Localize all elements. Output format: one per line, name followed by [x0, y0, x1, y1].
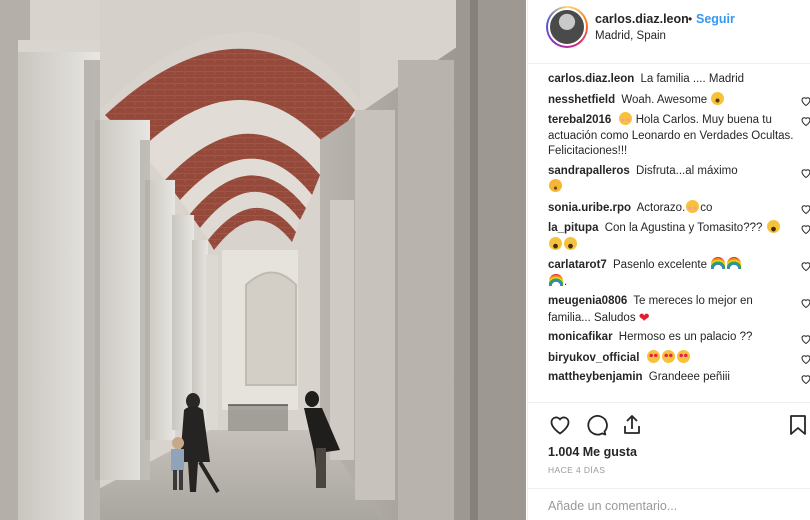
comment-username[interactable]: terebal2016	[548, 114, 611, 126]
comment-username[interactable]: nesshetfield	[548, 94, 615, 106]
avatar-story-ring[interactable]	[546, 6, 588, 48]
post-side-panel: carlos.diaz.leon • Seguir Madrid, Spain …	[527, 0, 810, 520]
laughing-emoji-icon	[564, 236, 577, 250]
red-heart-emoji-icon: ❤	[638, 309, 650, 325]
header-separator: •	[688, 12, 693, 26]
post-photo[interactable]	[0, 0, 526, 520]
smiling-emoji-icon	[549, 179, 562, 192]
astonished-emoji-icon	[711, 91, 725, 105]
post-timestamp[interactable]: HACE 4 DÍAS	[548, 465, 605, 475]
comment-text: Con la Agustina y Tomasito???	[604, 222, 763, 234]
comment: terebal2016 Hola Carlos. Muy buena tu ac…	[548, 112, 810, 160]
post-actions: 1.004 Me gusta HACE 4 DÍAS	[528, 402, 810, 488]
like-comment-heart-icon[interactable]	[800, 203, 810, 215]
avatar[interactable]	[548, 8, 586, 46]
like-comment-heart-icon[interactable]	[800, 297, 810, 309]
comment-text: Woah. Awesome	[621, 93, 708, 106]
like-comment-heart-icon[interactable]	[800, 167, 810, 179]
like-comment-heart-icon[interactable]	[800, 373, 810, 385]
comment-text: Grandeee peñiii	[648, 371, 730, 383]
rainbow-emoji-icon	[711, 257, 726, 269]
comment-username[interactable]: mattheybenjamin	[548, 371, 643, 383]
author-username[interactable]: carlos.diaz.leon	[595, 12, 689, 26]
comment-username[interactable]: sandrapalleros	[548, 165, 630, 177]
add-comment-input[interactable]	[548, 497, 788, 515]
like-comment-heart-icon[interactable]	[800, 260, 810, 272]
post-location[interactable]: Madrid, Spain	[595, 30, 666, 42]
comment: biryukov_official	[548, 349, 810, 367]
follow-button[interactable]: Seguir	[696, 12, 735, 26]
comment-username[interactable]: carlatarot7	[548, 259, 607, 271]
comment-text: Disfruta...al máximo	[636, 164, 738, 177]
comment-username[interactable]: carlos.diaz.leon	[548, 73, 634, 85]
comment-text: La familia .... Madrid	[640, 73, 745, 85]
post-header: carlos.diaz.leon • Seguir Madrid, Spain	[528, 0, 810, 64]
heart-eyes-emoji-icon	[676, 349, 690, 363]
comment-caption: carlos.diaz.leon La familia .... Madrid	[548, 72, 794, 88]
like-comment-heart-icon[interactable]	[800, 115, 810, 127]
bookmark-icon[interactable]	[786, 413, 810, 437]
comment-username[interactable]: meugenia0806	[548, 295, 627, 307]
comments-list[interactable]: carlos.diaz.leon La familia .... Madrid …	[528, 64, 810, 402]
like-comment-heart-icon[interactable]	[800, 223, 810, 235]
add-comment-bar	[528, 488, 810, 520]
blushing-emoji-icon	[686, 199, 700, 213]
arcade-photo-illustration	[0, 0, 526, 520]
heart-eyes-emoji-icon	[646, 349, 660, 363]
comment-username[interactable]: la_pitupa	[548, 222, 598, 234]
comment-username[interactable]: biryukov_official	[548, 352, 639, 364]
comment-text: Pasenlo excelente	[613, 259, 707, 271]
comment-text: Actorazo.	[636, 201, 686, 214]
comment: mattheybenjamin Grandeee peñiii	[548, 370, 810, 386]
comment: sonia.uribe.rpo Actorazo. co	[548, 199, 810, 217]
comment: la_pitupa Con la Agustina y Tomasito???	[548, 220, 810, 253]
comment: monicafikar Hermoso es un palacio ??	[548, 330, 810, 346]
blushing-emoji-icon	[618, 112, 632, 125]
like-comment-heart-icon[interactable]	[800, 353, 810, 365]
comment-tail: .	[564, 275, 568, 288]
heart-eyes-emoji-icon	[661, 349, 675, 363]
comment-username[interactable]: sonia.uribe.rpo	[548, 202, 631, 214]
comment: meugenia0806 Te mereces lo mejor en fami…	[548, 294, 810, 326]
share-upload-icon[interactable]	[620, 413, 644, 437]
comment: sandrapalleros Disfruta...al máximo	[548, 164, 810, 196]
like-comment-heart-icon[interactable]	[800, 95, 810, 107]
laughing-emoji-icon	[549, 236, 562, 250]
like-comment-heart-icon[interactable]	[800, 333, 810, 345]
comment: nesshetfield Woah. Awesome	[548, 91, 810, 109]
rainbow-emoji-icon	[727, 257, 742, 269]
rainbow-emoji-icon	[549, 273, 563, 286]
comment: carlatarot7 Pasenlo excelente .	[548, 257, 810, 290]
comment-username[interactable]: monicafikar	[548, 331, 613, 343]
likes-count[interactable]: 1.004 Me gusta	[548, 445, 637, 459]
comment-text: Hermoso es un palacio ??	[618, 331, 753, 343]
comment-bubble-icon[interactable]	[584, 413, 608, 437]
heart-outline-icon[interactable]	[548, 413, 572, 437]
laughing-emoji-icon	[766, 220, 780, 233]
comment-tail: co	[700, 201, 713, 214]
